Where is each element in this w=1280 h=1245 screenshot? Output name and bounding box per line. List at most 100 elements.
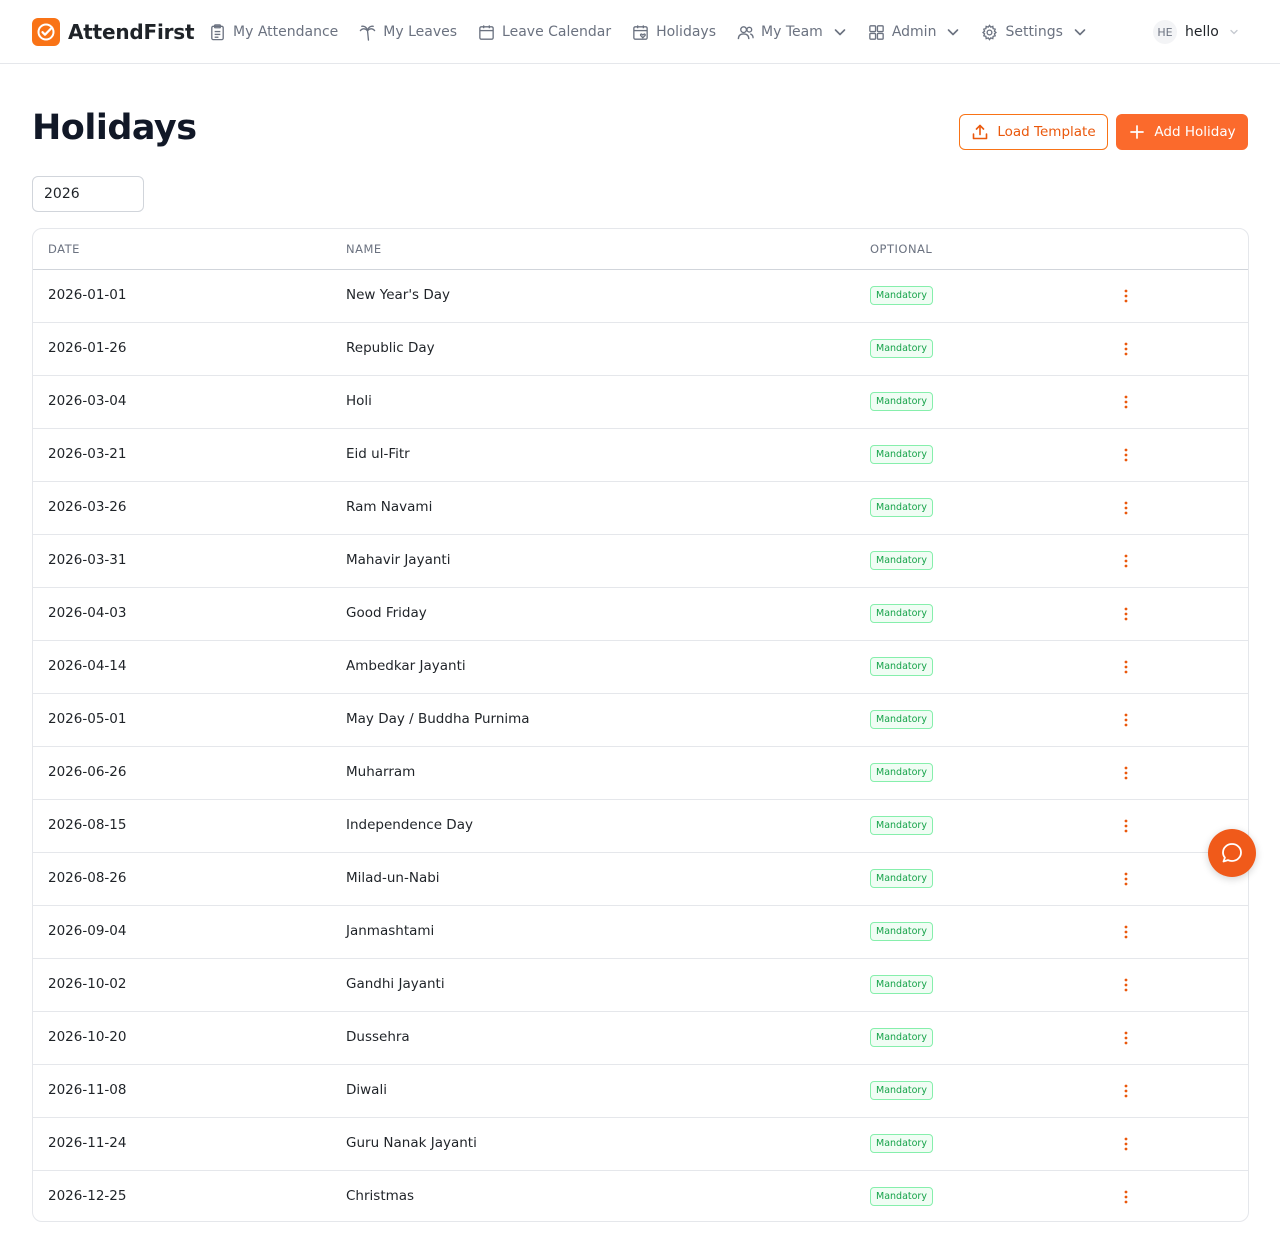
nav-my-attendance[interactable]: My Attendance (208, 20, 338, 44)
more-vertical-icon (1124, 501, 1128, 515)
holiday-date: 2026-10-20 (48, 1029, 127, 1045)
users-icon (737, 25, 754, 39)
table-row: 2026-03-04 Holi Mandatory (33, 376, 1248, 429)
row-actions-button[interactable] (1116, 973, 1136, 997)
nav-my-team[interactable]: My Team (736, 20, 847, 44)
row-actions-button[interactable] (1116, 814, 1136, 838)
table-row: 2026-03-21 Eid ul-Fitr Mandatory (33, 429, 1248, 482)
status-badge: Mandatory (870, 551, 933, 570)
top-navbar: AttendFirst My Attendance My Leaves Leav… (0, 0, 1280, 64)
gear-icon (982, 23, 998, 41)
holiday-date: 2026-03-04 (48, 393, 127, 409)
status-badge: Mandatory (870, 498, 933, 517)
table-row: 2026-05-01 May Day / Buddha Purnima Mandat… (33, 694, 1248, 747)
more-vertical-icon (1124, 554, 1128, 568)
holiday-date: 2026-10-02 (48, 976, 127, 992)
status-badge: Mandatory (870, 1028, 933, 1047)
plus-icon (1130, 125, 1145, 139)
nav-my-leaves[interactable]: My Leaves (358, 20, 457, 44)
column-header-date: DATE (48, 242, 80, 256)
column-header-optional: OPTIONAL (870, 242, 933, 256)
status-badge: Mandatory (870, 339, 933, 358)
row-actions-button[interactable] (1116, 655, 1136, 679)
holiday-name: Milad-un-Nabi (346, 870, 440, 886)
row-actions-button[interactable] (1116, 337, 1136, 361)
row-actions-button[interactable] (1116, 284, 1136, 308)
table-row: 2026-11-08 Diwali Mandatory (33, 1065, 1248, 1118)
page-title: Holidays (32, 108, 197, 148)
nav-admin[interactable]: Admin (867, 20, 961, 44)
nav-settings[interactable]: Settings (980, 20, 1086, 44)
table-row: 2026-04-14 Ambedkar Jayanti Mandatory (33, 641, 1248, 694)
calendar-heart-icon (633, 24, 648, 40)
status-badge: Mandatory (870, 445, 933, 464)
status-badge: Mandatory (870, 1081, 933, 1100)
holiday-name: Republic Day (346, 340, 435, 356)
more-vertical-icon (1124, 289, 1128, 303)
table-row: 2026-12-25 Christmas Mandatory (33, 1171, 1248, 1221)
holiday-name: Ambedkar Jayanti (346, 658, 466, 674)
holiday-name: Independence Day (346, 817, 473, 833)
row-actions-button[interactable] (1116, 1185, 1136, 1209)
avatar: HE (1153, 20, 1177, 44)
nav-label: Settings (1005, 24, 1063, 40)
main-nav: My Attendance My Leaves Leave Calendar H… (208, 20, 1107, 44)
row-actions-button[interactable] (1116, 390, 1136, 414)
column-header-name: NAME (346, 242, 382, 256)
nav-holidays[interactable]: Holidays (631, 20, 716, 44)
nav-label: Holidays (656, 24, 716, 40)
brand-logo-icon (32, 18, 60, 46)
row-actions-button[interactable] (1116, 602, 1136, 626)
more-vertical-icon (1124, 713, 1128, 727)
status-badge: Mandatory (870, 816, 933, 835)
table-row: 2026-06-26 Muharram Mandatory (33, 747, 1248, 800)
more-vertical-icon (1124, 819, 1128, 833)
chevron-down-icon (948, 29, 959, 36)
holiday-date: 2026-01-01 (48, 287, 127, 303)
holiday-name: Gandhi Jayanti (346, 976, 445, 992)
chat-button[interactable] (1208, 829, 1256, 877)
holiday-name: May Day / Buddha Purnima (346, 711, 530, 727)
row-actions-button[interactable] (1116, 761, 1136, 785)
row-actions-button[interactable] (1116, 549, 1136, 573)
grid-icon (869, 24, 884, 40)
year-select[interactable]: 2026 (32, 176, 144, 212)
holiday-name: Diwali (346, 1082, 387, 1098)
row-actions-button[interactable] (1116, 1132, 1136, 1156)
more-vertical-icon (1124, 1137, 1128, 1151)
table-row: 2026-03-31 Mahavir Jayanti Mandatory (33, 535, 1248, 588)
row-actions-button[interactable] (1116, 708, 1136, 732)
table-row: 2026-10-02 Gandhi Jayanti Mandatory (33, 959, 1248, 1012)
nav-leave-calendar[interactable]: Leave Calendar (477, 20, 611, 44)
more-vertical-icon (1124, 1084, 1128, 1098)
status-badge: Mandatory (870, 1134, 933, 1153)
holiday-date: 2026-04-14 (48, 658, 127, 674)
table-row: 2026-01-01 New Year's Day Mandatory (33, 270, 1248, 323)
table-row: 2026-04-03 Good Friday Mandatory (33, 588, 1248, 641)
row-actions-button[interactable] (1116, 1026, 1136, 1050)
row-actions-button[interactable] (1116, 443, 1136, 467)
add-holiday-button[interactable]: Add Holiday (1116, 114, 1248, 150)
status-badge: Mandatory (870, 286, 933, 305)
more-vertical-icon (1124, 978, 1128, 992)
row-actions-button[interactable] (1116, 867, 1136, 891)
row-actions-button[interactable] (1116, 1079, 1136, 1103)
brand-name: AttendFirst (68, 20, 195, 44)
row-actions-button[interactable] (1116, 496, 1136, 520)
holiday-date: 2026-06-26 (48, 764, 127, 780)
user-menu[interactable]: HE hello (1153, 19, 1239, 45)
status-badge: Mandatory (870, 763, 933, 782)
more-vertical-icon (1124, 660, 1128, 674)
holiday-name: Holi (346, 393, 372, 409)
holiday-date: 2026-03-21 (48, 446, 127, 462)
brand[interactable]: AttendFirst (32, 17, 195, 47)
row-actions-button[interactable] (1116, 920, 1136, 944)
holiday-name: Good Friday (346, 605, 427, 621)
holiday-name: Christmas (346, 1188, 415, 1204)
table-row: 2026-08-26 Milad-un-Nabi Mandatory (33, 853, 1248, 906)
upload-icon (973, 124, 988, 140)
load-template-button[interactable]: Load Template (959, 114, 1108, 150)
holiday-date: 2026-11-08 (48, 1082, 127, 1098)
nav-label: My Leaves (383, 24, 458, 40)
holiday-date: 2026-05-01 (48, 711, 127, 727)
